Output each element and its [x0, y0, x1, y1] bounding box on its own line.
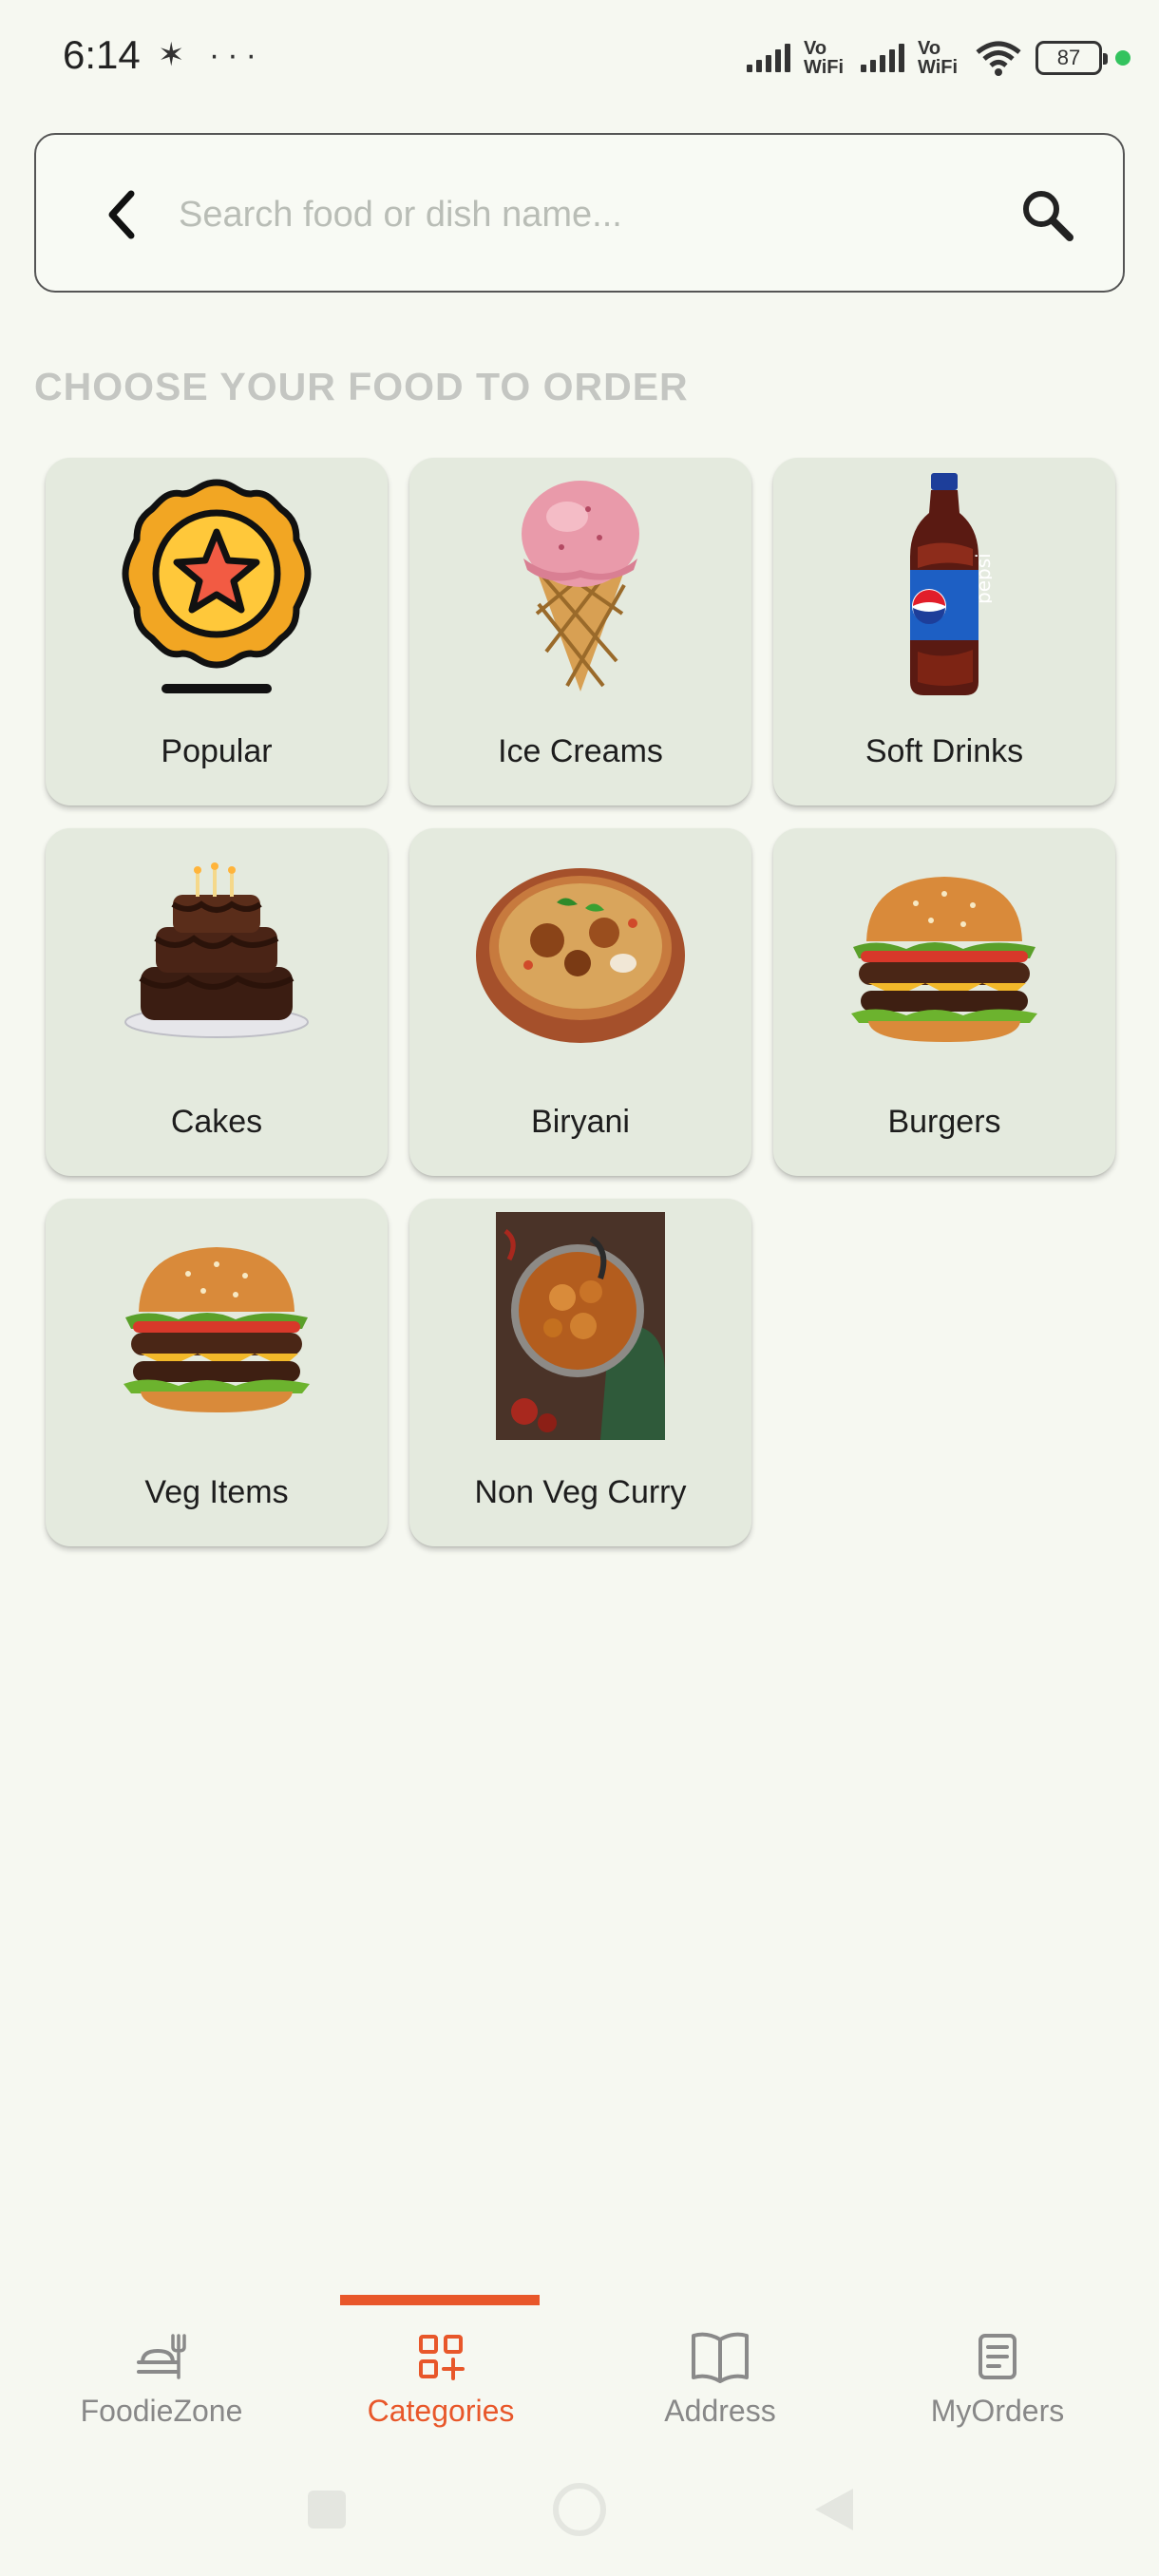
- search-icon: [1023, 191, 1074, 241]
- bottom-navigation: FoodieZone Categories Address MyOrders: [0, 2280, 1159, 2441]
- star-badge-icon: [46, 471, 388, 699]
- document-list-icon: [884, 2327, 1112, 2386]
- svg-text:pepsi: pepsi: [972, 553, 992, 604]
- privacy-dot-icon: [1115, 50, 1130, 66]
- vowifi-label: Vo WiFi: [918, 38, 959, 78]
- search-button[interactable]: [1009, 177, 1085, 253]
- circle-icon: [553, 2483, 606, 2536]
- category-label: Popular: [161, 733, 273, 769]
- nav-tab-foodiezone[interactable]: FoodieZone: [48, 2327, 276, 2441]
- nav-label: Address: [664, 2394, 776, 2428]
- category-label: Soft Drinks: [864, 733, 1024, 769]
- nav-tab-address[interactable]: Address: [606, 2327, 834, 2441]
- signal-icon: [861, 44, 904, 72]
- curry-pot-image: [409, 1212, 751, 1440]
- battery-icon: 87: [1036, 41, 1108, 75]
- nav-label: MyOrders: [930, 2394, 1065, 2428]
- back-system-button[interactable]: [806, 2481, 863, 2538]
- recent-apps-button[interactable]: [298, 2481, 355, 2538]
- category-card-burgers[interactable]: Burgers: [773, 828, 1115, 1176]
- status-time: 6:14: [63, 32, 141, 77]
- burger-image: [773, 842, 1115, 1070]
- category-card-popular[interactable]: Popular: [46, 458, 388, 805]
- status-bar: 6:14 ✶ ··· Vo WiFi Vo WiFi 87: [0, 0, 1159, 114]
- signal-icon: [747, 44, 790, 72]
- biryani-bowl-image: [409, 842, 751, 1070]
- category-card-biryani[interactable]: Biryani: [409, 828, 751, 1176]
- category-label: Veg Items: [144, 1474, 289, 1510]
- soda-bottle-image: pepsi: [773, 471, 1115, 699]
- category-label: Non Veg Curry: [474, 1474, 687, 1510]
- food-tray-icon: [48, 2327, 276, 2386]
- status-notification-icons: ✶ ···: [158, 37, 264, 73]
- back-button[interactable]: [86, 179, 158, 251]
- status-right-icons: Vo WiFi Vo WiFi 87: [747, 32, 1130, 84]
- category-label: Cakes: [170, 1104, 263, 1140]
- category-card-non-veg-curry[interactable]: Non Veg Curry: [409, 1199, 751, 1546]
- burger-image: [46, 1212, 388, 1440]
- category-label: Burgers: [887, 1104, 1001, 1140]
- section-title: CHOOSE YOUR FOOD TO ORDER: [34, 365, 689, 408]
- open-book-icon: [606, 2327, 834, 2386]
- chevron-left-icon: [108, 190, 135, 239]
- category-card-veg-items[interactable]: Veg Items: [46, 1199, 388, 1546]
- category-card-ice-creams[interactable]: Ice Creams: [409, 458, 751, 805]
- category-card-cakes[interactable]: Cakes: [46, 828, 388, 1176]
- nav-tab-myorders[interactable]: MyOrders: [884, 2327, 1112, 2441]
- nav-label: FoodieZone: [80, 2394, 243, 2428]
- wifi-icon: [976, 41, 1021, 76]
- search-bar: [34, 133, 1125, 293]
- grid-plus-icon: [327, 2327, 555, 2386]
- chocolate-cake-image: [46, 842, 388, 1070]
- search-input[interactable]: [179, 175, 996, 255]
- vowifi-label: Vo WiFi: [804, 38, 845, 78]
- category-label: Ice Creams: [498, 733, 663, 769]
- ice-cream-cone-image: [409, 471, 751, 699]
- home-button[interactable]: [551, 2481, 608, 2538]
- system-navigation-bar: [0, 2460, 1159, 2555]
- nav-tab-categories[interactable]: Categories: [327, 2327, 555, 2441]
- square-icon: [308, 2491, 346, 2529]
- triangle-back-icon: [815, 2489, 853, 2530]
- battery-level: 87: [1056, 46, 1081, 69]
- active-tab-indicator: [340, 2295, 540, 2305]
- nav-label: Categories: [367, 2394, 515, 2428]
- category-card-soft-drinks[interactable]: pepsi Soft Drinks: [773, 458, 1115, 805]
- category-label: Biryani: [531, 1104, 630, 1140]
